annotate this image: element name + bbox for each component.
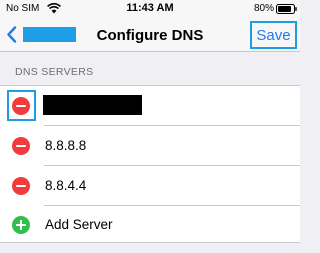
status-bar: No SIM 11:43 AM 80% <box>0 0 300 18</box>
redacted-server-value <box>43 95 142 115</box>
add-server-label[interactable]: Add Server <box>45 217 113 232</box>
dns-server-label[interactable]: 8.8.4.4 <box>45 178 86 193</box>
list-item <box>0 86 300 126</box>
battery-icon <box>276 4 297 14</box>
add-server-row[interactable]: Add Server <box>0 205 300 245</box>
battery-percentage: 80% <box>253 3 274 14</box>
dns-server-label[interactable]: 8.8.8.8 <box>45 138 86 153</box>
remove-icon[interactable] <box>12 137 30 155</box>
remove-icon-highlight-box <box>7 90 36 121</box>
list-item: 8.8.8.8 <box>0 126 300 166</box>
navigation-bar: Configure DNS Save <box>0 18 300 52</box>
dns-server-list: 8.8.8.8 8.8.4.4 Add Server <box>0 85 300 243</box>
save-button[interactable]: Save <box>252 27 295 44</box>
remove-icon[interactable] <box>12 177 30 195</box>
save-highlight-box: Save <box>250 21 297 49</box>
section-header: DNS SERVERS <box>15 66 94 78</box>
list-item: 8.8.4.4 <box>0 166 300 206</box>
add-icon[interactable] <box>12 216 30 234</box>
